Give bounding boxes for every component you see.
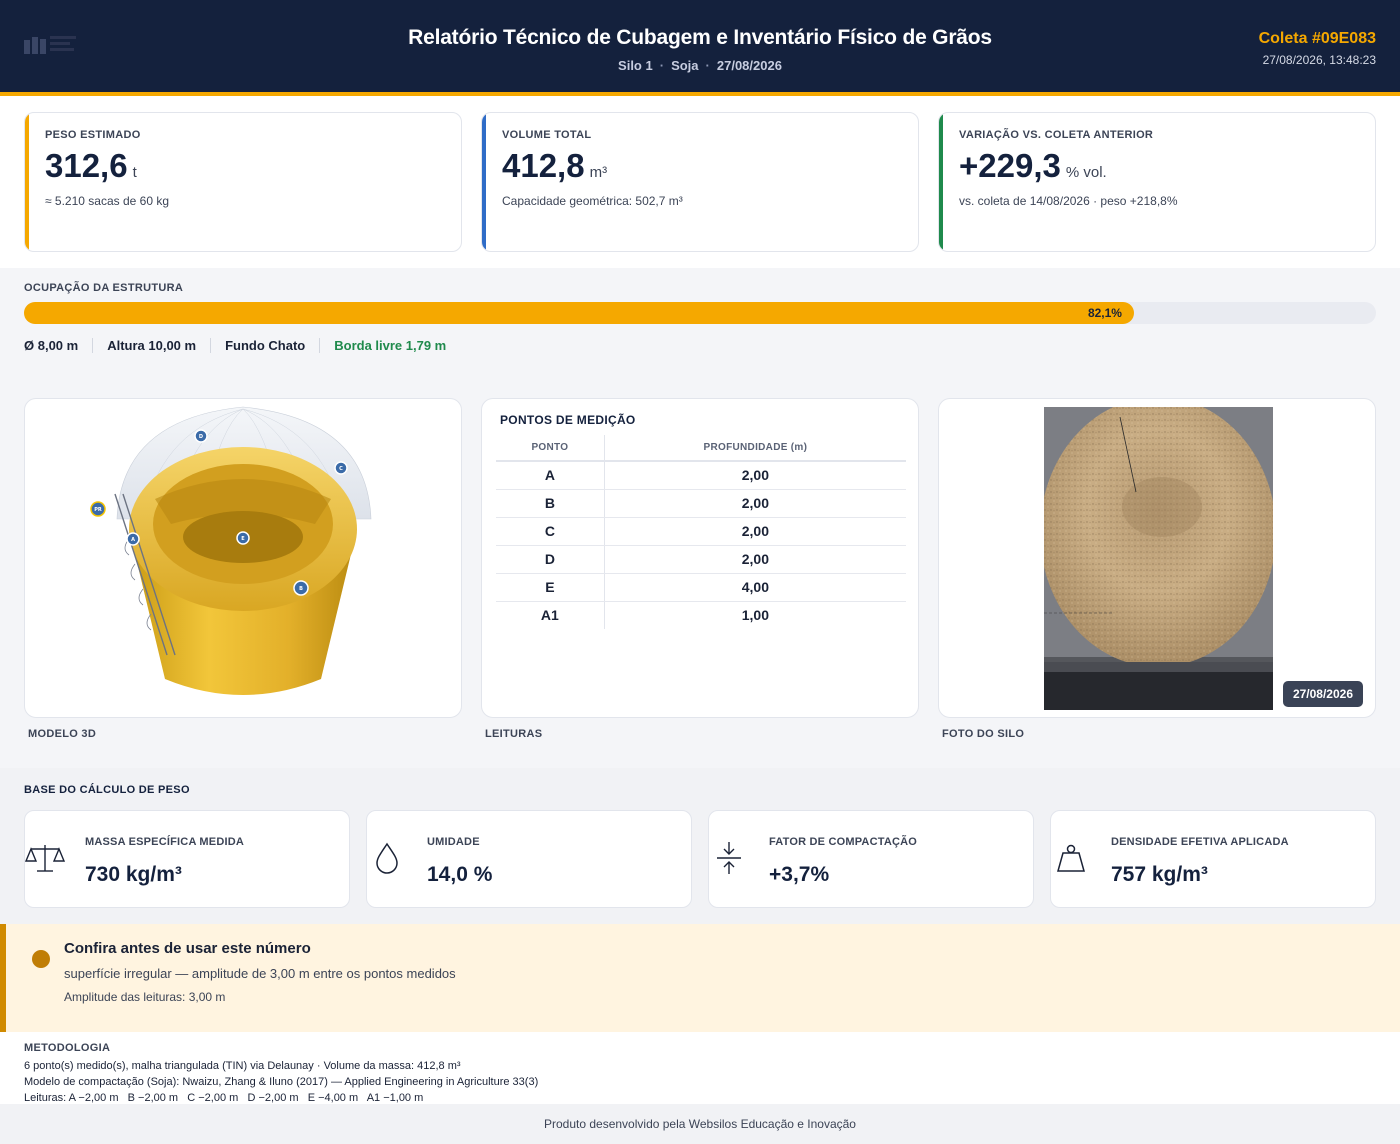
svg-text:B: B [299,586,303,592]
coleta-id: Coleta #09E083 [1258,30,1376,47]
report-subtitle: Silo 1 · Soja · 27/08/2026 [618,58,782,73]
kpi-section: PESO ESTIMADO 312,6 t ≈ 5.210 sacas de 60… [0,96,1400,268]
photo-caption: FOTO DO SILO [942,728,1025,740]
occupancy-label: OCUPAÇÃO DA ESTRUTURA [24,282,184,294]
kpi-label: VARIAÇÃO VS. COLETA ANTERIOR [959,129,1154,141]
methodology-label: METODOLOGIA [24,1042,111,1054]
spec-bottom: Fundo Chato [210,338,319,353]
marker-B[interactable]: B [293,580,309,596]
table-row: B 2,00 [496,489,906,518]
marker-PR[interactable]: PR [90,501,106,517]
card-fator-compactacao: FATOR DE COMPACTAÇÃO +3,7% [708,810,1034,908]
silo-name: Silo 1 [618,58,653,73]
weight-icon [1057,844,1085,872]
card-value: +3,7% [769,863,830,886]
kpi-value: 412,8 m³ [502,147,608,184]
coleta-timestamp: 27/08/2026, 13:48:23 [1262,53,1376,67]
card-umidade: UMIDADE 14,0 % [366,810,692,908]
card-label: DENSIDADE EFETIVA APLICADA [1111,836,1289,848]
card-value: 730 kg/m³ [85,863,182,886]
methodology-line: 6 ponto(s) medido(s), malha triangulada … [24,1060,461,1072]
kpi-volume-card: VOLUME TOTAL 412,8 m³ Capacidade geométri… [481,112,919,252]
kpi-sub: ≈ 5.210 sacas de 60 kg [45,194,170,208]
kpi-variacao-card: VARIAÇÃO VS. COLETA ANTERIOR +229,3% vol… [938,112,1376,252]
readings-title: PONTOS DE MEDIÇÃO [500,413,636,427]
card-value: 14,0 % [427,863,493,886]
photo-panel[interactable]: 27/08/2026 [938,398,1376,718]
photo-date-badge: 27/08/2026 [1282,681,1363,707]
table-row: C 2,00 [496,517,906,546]
card-label: MASSA ESPECÍFICA MEDIDA [85,836,245,848]
svg-text:A: A [131,537,135,543]
card-massa-especifica: MASSA ESPECÍFICA MEDIDA 730 kg/m³ [24,810,350,908]
readings-table: PONTO PROFUNDIDADE (m) A 2,00 B 2,00 C 2,00… [496,435,906,629]
report-date: 27/08/2026 [716,58,782,73]
kpi-label: VOLUME TOTAL [502,129,592,141]
spec-height: Altura 10,00 m [92,338,210,353]
col-header-profundidade: PROFUNDIDADE (m) [604,435,906,462]
table-row: D 2,00 [496,545,906,574]
warning-dot-icon [32,950,50,968]
readings-panel: PONTOS DE MEDIÇÃO PONTO PROFUNDIDADE (m)… [481,398,919,718]
model-3d-caption: MODELO 3D [28,728,97,740]
spec-diameter: Ø 8,00 m [24,338,79,353]
warning-title: Confira antes de usar este número [64,940,311,957]
svg-text:PR: PR [94,507,102,513]
card-label: UMIDADE [427,836,480,848]
card-value: 757 kg/m³ [1111,863,1208,886]
svg-text:C: C [339,466,343,472]
svg-text:D: D [199,434,203,440]
marker-C[interactable]: C [334,461,348,475]
droplet-icon [376,842,398,874]
structure-specs: Ø 8,00 m Altura 10,00 m Fundo Chato Bord… [24,338,460,353]
report-header: Relatório Técnico de Cubagem e Inventári… [0,0,1400,92]
warning-amplitude: Amplitude das leituras: 3,00 m [64,990,226,1004]
readings-caption: LEITURAS [485,728,543,740]
table-row: A 2,00 [496,461,906,490]
model-3d-panel[interactable]: A B C D E PR [24,398,462,718]
card-densidade-efetiva: DENSIDADE EFETIVA APLICADA 757 kg/m³ [1050,810,1376,908]
kpi-sub: Capacidade geométrica: 502,7 m³ [502,194,683,208]
occupancy-percent: 82,1% [1087,306,1122,320]
occupancy-bar: 82,1% [24,302,1376,324]
kpi-value: 312,6 t [45,147,137,184]
marker-E[interactable]: E [236,531,250,545]
warning-text: superfície irregular — amplitude de 3,00… [64,966,456,981]
base-calc-label: BASE DO CÁLCULO DE PESO [24,784,190,796]
scale-icon [25,845,65,872]
warning-banner: Confira antes de usar este número superf… [0,924,1400,1032]
col-header-ponto: PONTO [496,435,605,462]
silo-photo[interactable] [1044,407,1273,710]
silo-3d-model[interactable]: A B C D E PR [25,399,462,718]
compress-icon [717,842,741,874]
kpi-value: +229,3% vol. [959,147,1107,184]
table-row: E 4,00 [496,573,906,602]
spec-free-border: Borda livre 1,79 m [319,338,460,353]
svg-text:E: E [241,536,245,542]
marker-A[interactable]: A [126,532,140,546]
kpi-peso-card: PESO ESTIMADO 312,6 t ≈ 5.210 sacas de 60… [24,112,462,252]
methodology-line: Modelo de compactação (Soja): Nwaizu, Zh… [24,1076,539,1088]
grain-type: Soja [671,58,699,73]
card-label: FATOR DE COMPACTAÇÃO [769,836,918,848]
marker-D[interactable]: D [194,429,208,443]
kpi-sub: vs. coleta de 14/08/2026 · peso +218,8% [959,194,1178,208]
footer-text: Produto desenvolvido pela Websilos Educa… [0,1104,1400,1144]
report-title: Relatório Técnico de Cubagem e Inventári… [408,26,992,49]
table-row: A1 1,00 [496,601,906,629]
methodology-line: Leituras: A −2,00 m B −2,00 m C −2,00 m … [24,1092,424,1104]
kpi-label: PESO ESTIMADO [45,129,141,141]
occupancy-fill: 82,1% [24,302,1134,324]
